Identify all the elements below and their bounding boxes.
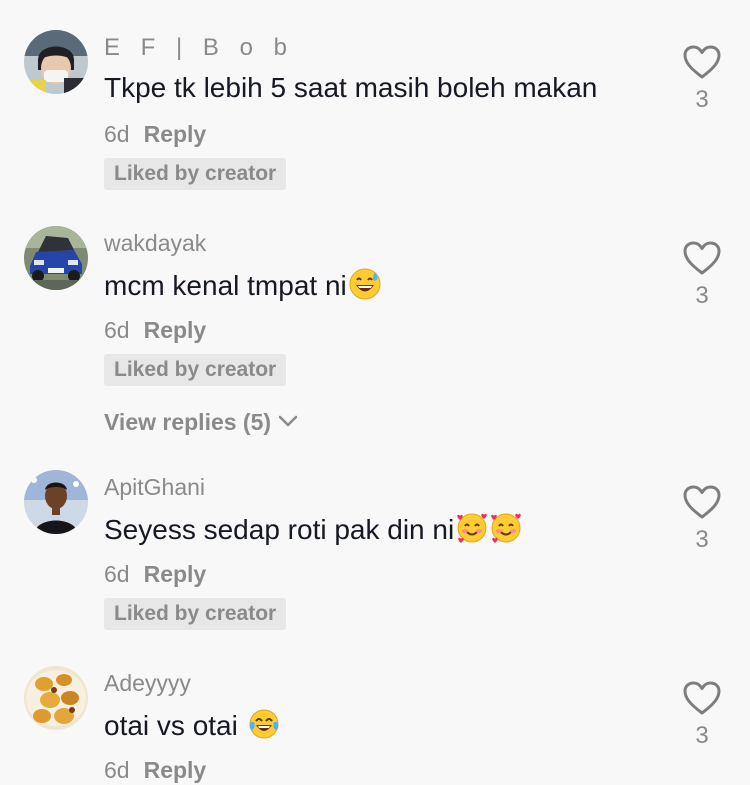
view-replies-button[interactable]: View replies (5) (104, 409, 299, 436)
comment-meta: 6d Reply (104, 317, 206, 344)
boy-with-mask-avatar-image (24, 30, 88, 94)
comment-text: mcm kenal tmpat ni (104, 268, 381, 302)
heart-icon (682, 44, 722, 80)
heart-icon (682, 680, 722, 716)
comment-text: Seyess sedap roti pak din ni (104, 512, 522, 546)
comment-time: 6d (104, 561, 130, 587)
like-button[interactable]: 3 (682, 484, 722, 554)
comment-meta: 6d Reply (104, 121, 206, 148)
comment-text-content: Tkpe tk lebih 5 saat masih boleh makan (104, 72, 598, 103)
comment-time: 6d (104, 121, 130, 147)
like-button[interactable]: 3 (682, 240, 722, 310)
comment-text-content: Seyess sedap roti pak din ni (104, 514, 455, 545)
comment-text-content: mcm kenal tmpat ni (104, 270, 347, 301)
like-count: 3 (695, 86, 709, 113)
tears-of-joy-emoji (249, 709, 279, 739)
avatar[interactable] (24, 30, 88, 94)
comment-text: otai vs otai (104, 708, 280, 742)
avatar[interactable] (24, 226, 88, 290)
comment-list: E F | B o b Tkpe tk lebih 5 saat masih b… (0, 0, 750, 785)
comment-text-content: otai vs otai (104, 710, 246, 741)
comment-meta: 6d Reply (104, 757, 206, 784)
comment-meta: 6d Reply (104, 561, 206, 588)
avatar[interactable] (24, 666, 88, 730)
like-button[interactable]: 3 (682, 680, 722, 750)
chevron-down-icon (278, 415, 298, 427)
reply-button[interactable]: Reply (144, 561, 207, 587)
heart-icon (682, 240, 722, 276)
username[interactable]: ApitGhani (104, 474, 205, 501)
reply-button[interactable]: Reply (144, 121, 207, 147)
comment-time: 6d (104, 317, 130, 343)
heart-icon (682, 484, 722, 520)
username[interactable]: wakdayak (104, 230, 206, 257)
like-count: 3 (695, 526, 709, 553)
like-count: 3 (695, 722, 709, 749)
username[interactable]: Adeyyyy (104, 670, 191, 697)
view-replies-label: View replies (5) (104, 409, 272, 435)
smiling-hearts-emoji (491, 513, 521, 543)
comment-text: Tkpe tk lebih 5 saat masih boleh makan (104, 72, 597, 104)
liked-by-creator-badge: Liked by creator (104, 354, 287, 386)
like-button[interactable]: 3 (682, 44, 722, 114)
food-avatar-image (24, 666, 88, 730)
avatar[interactable] (24, 470, 88, 534)
man-portrait-avatar-image (24, 470, 88, 534)
reply-button[interactable]: Reply (144, 757, 207, 783)
comment-time: 6d (104, 757, 130, 783)
reply-button[interactable]: Reply (144, 317, 207, 343)
smiling-hearts-emoji (457, 513, 487, 543)
liked-by-creator-badge: Liked by creator (104, 158, 287, 190)
liked-by-creator-badge: Liked by creator (104, 598, 287, 630)
like-count: 3 (695, 282, 709, 309)
blue-car-avatar-image (24, 226, 88, 290)
grinning-sweat-emoji (349, 268, 381, 300)
username[interactable]: E F | B o b (104, 34, 294, 62)
